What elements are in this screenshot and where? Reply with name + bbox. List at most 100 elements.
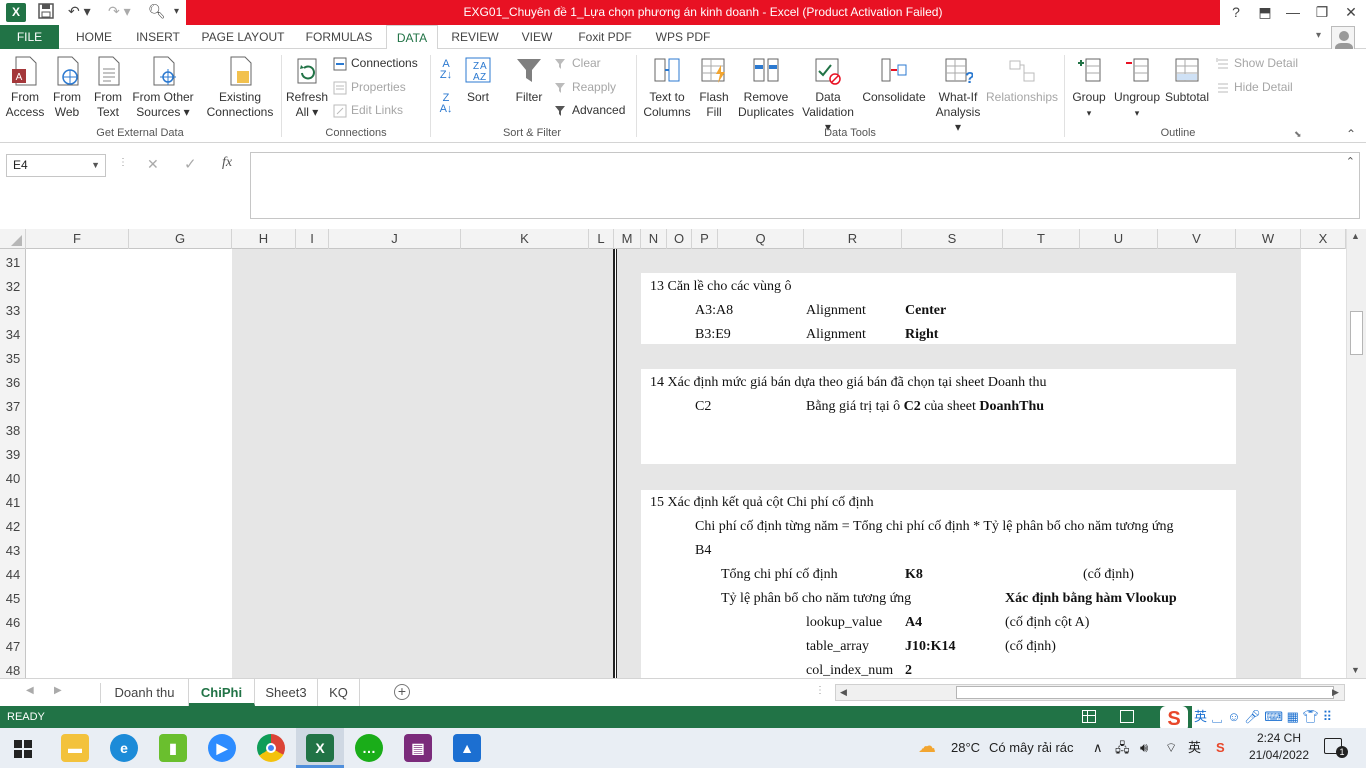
- add-sheet-icon[interactable]: +: [394, 684, 410, 700]
- column-header[interactable]: S: [902, 229, 1003, 249]
- row-header[interactable]: 39: [0, 443, 26, 467]
- sheet-tab-chiphi[interactable]: ChiPhi: [189, 679, 255, 706]
- edge-icon[interactable]: e: [110, 734, 138, 762]
- edit-links-button[interactable]: Edit Links: [333, 100, 403, 120]
- show-detail-button[interactable]: Show Detail: [1216, 53, 1298, 73]
- column-header[interactable]: K: [461, 229, 589, 249]
- network-icon[interactable]: 🖧︎: [1115, 728, 1130, 768]
- weather-icon[interactable]: ☁: [918, 736, 936, 757]
- cell-text[interactable]: B3:E9: [695, 323, 731, 347]
- from-other-sources-button[interactable]: From Other Sources ▾: [130, 55, 196, 120]
- row-header[interactable]: 34: [0, 323, 26, 347]
- column-header[interactable]: O: [667, 229, 692, 249]
- cell-text[interactable]: Alignment: [806, 299, 866, 323]
- tab-foxit-pdf[interactable]: Foxit PDF: [572, 25, 638, 49]
- clock[interactable]: 2:24 CH 21/04/2022: [1244, 730, 1314, 764]
- avatar[interactable]: [1331, 26, 1355, 50]
- windows-start-icon[interactable]: [14, 740, 32, 761]
- scroll-left-icon[interactable]: ◀: [840, 687, 847, 698]
- tab-home[interactable]: HOME: [68, 25, 120, 49]
- save-icon[interactable]: [38, 3, 54, 22]
- row-header[interactable]: 45: [0, 587, 26, 611]
- connections-button[interactable]: Connections: [333, 53, 418, 73]
- cell-text[interactable]: 15 Xác định kết quả cột Chi phí cố định: [650, 491, 874, 515]
- row-header[interactable]: 41: [0, 491, 26, 515]
- row-header[interactable]: 35: [0, 347, 26, 371]
- row-header[interactable]: 38: [0, 419, 26, 443]
- redo-icon[interactable]: ↷ ▾: [108, 3, 131, 20]
- tab-insert[interactable]: INSERT: [130, 25, 186, 49]
- row-header[interactable]: 40: [0, 467, 26, 491]
- row-header[interactable]: 47: [0, 635, 26, 659]
- customize-qat-icon[interactable]: ▾: [174, 6, 179, 17]
- row-header[interactable]: 36: [0, 371, 26, 395]
- scroll-down-icon[interactable]: ▼: [1351, 665, 1360, 675]
- select-all-corner[interactable]: [0, 229, 26, 249]
- column-header[interactable]: F: [26, 229, 129, 249]
- sheet-tab-doanh-thu[interactable]: Doanh thu: [101, 679, 189, 706]
- worksheet-grid[interactable]: 13 Căn lề cho các vùng ô A3:A8 Alignment…: [26, 249, 1346, 678]
- cell-text[interactable]: Chi phí cố định từng năm = Tổng chi phí …: [695, 515, 1174, 539]
- vertical-scrollbar[interactable]: ▲ ▼: [1346, 229, 1366, 678]
- weather-temp[interactable]: 28°C: [951, 728, 980, 768]
- tab-wps-pdf[interactable]: WPS PDF: [650, 25, 716, 49]
- row-header[interactable]: 42: [0, 515, 26, 539]
- existing-connections-button[interactable]: Existing Connections: [203, 55, 277, 120]
- cell-text[interactable]: Bằng giá trị tại ô C2 của sheet DoanhThu: [806, 395, 1044, 419]
- outline-dialog-launcher-icon[interactable]: ⬊: [1294, 129, 1302, 140]
- row-header[interactable]: 43: [0, 539, 26, 563]
- cell-text[interactable]: Tổng chi phí cố định: [721, 563, 838, 587]
- consolidate-button[interactable]: Consolidate: [860, 55, 928, 105]
- column-header[interactable]: V: [1158, 229, 1236, 249]
- restore-button[interactable]: ❐: [1307, 0, 1337, 25]
- cell-text[interactable]: Center: [905, 299, 946, 323]
- wechat-icon[interactable]: …: [355, 734, 383, 762]
- group-button[interactable]: Group ▾: [1068, 55, 1110, 121]
- sheet-prev-icon[interactable]: ◀: [26, 685, 34, 696]
- minimize-button[interactable]: —: [1278, 0, 1308, 25]
- column-header[interactable]: I: [296, 229, 329, 249]
- sort-z-to-a-icon[interactable]: Z A↓: [437, 93, 455, 115]
- cell-text[interactable]: J10:K14: [905, 635, 956, 659]
- cancel-icon[interactable]: ✕: [147, 156, 159, 173]
- split-grip-icon[interactable]: ⋮: [815, 685, 825, 696]
- ungroup-button[interactable]: Ungroup ▾: [1112, 55, 1162, 121]
- row-header[interactable]: 46: [0, 611, 26, 635]
- clear-filter-button[interactable]: Clear: [554, 53, 601, 73]
- text-to-columns-button[interactable]: Text to Columns: [643, 55, 691, 120]
- formula-bar-grip-icon[interactable]: ⋮: [118, 157, 128, 168]
- flash-fill-button[interactable]: Flash Fill: [696, 55, 732, 120]
- column-header[interactable]: P: [692, 229, 718, 249]
- scroll-up-icon[interactable]: ▲: [1351, 231, 1360, 241]
- cell-text[interactable]: lookup_value: [806, 611, 882, 635]
- tray-chevron-up-icon[interactable]: ∧: [1093, 728, 1103, 768]
- what-if-analysis-button[interactable]: ? What-If Analysis ▾: [932, 55, 984, 135]
- hide-detail-button[interactable]: Hide Detail: [1216, 77, 1293, 97]
- column-header[interactable]: T: [1003, 229, 1080, 249]
- ime-language[interactable]: 英: [1188, 728, 1201, 768]
- scroll-thumb[interactable]: [1350, 311, 1363, 355]
- cell-text[interactable]: K8: [905, 563, 923, 587]
- scroll-right-icon[interactable]: ▶: [1332, 687, 1339, 698]
- column-header[interactable]: R: [804, 229, 902, 249]
- subtotal-button[interactable]: Subtotal: [1164, 55, 1210, 105]
- cell-text[interactable]: Alignment: [806, 323, 866, 347]
- reapply-button[interactable]: Reapply: [554, 77, 616, 97]
- charts-app-icon[interactable]: ▮: [159, 734, 187, 762]
- ime-toolbar[interactable]: 英 ␣ ☺ 🎤︎ ⌨ ▦ 👕︎ ⠿: [1192, 706, 1366, 728]
- collapse-ribbon-icon[interactable]: ⌃: [1346, 127, 1356, 141]
- tab-formulas[interactable]: FORMULAS: [300, 25, 378, 49]
- cell-text[interactable]: A3:A8: [695, 299, 733, 323]
- cell-text[interactable]: Xác định bằng hàm Vlookup: [1005, 587, 1177, 611]
- photos-icon[interactable]: ▲: [453, 734, 481, 762]
- collapse-formula-icon[interactable]: ⌃: [1346, 155, 1355, 168]
- cell-text[interactable]: 2: [905, 659, 912, 678]
- formula-input[interactable]: ⌃: [250, 152, 1360, 219]
- undo-icon[interactable]: ↶ ▾: [68, 3, 91, 20]
- ribbon-display-options-icon[interactable]: ⬒: [1250, 0, 1280, 25]
- volume-icon[interactable]: 🔊︎: [1140, 728, 1148, 768]
- cell-text[interactable]: (cố định): [1083, 563, 1134, 587]
- horizontal-scroll-thumb[interactable]: [956, 686, 1334, 699]
- sogou-tray-icon[interactable]: S: [1216, 728, 1225, 768]
- column-header[interactable]: N: [641, 229, 667, 249]
